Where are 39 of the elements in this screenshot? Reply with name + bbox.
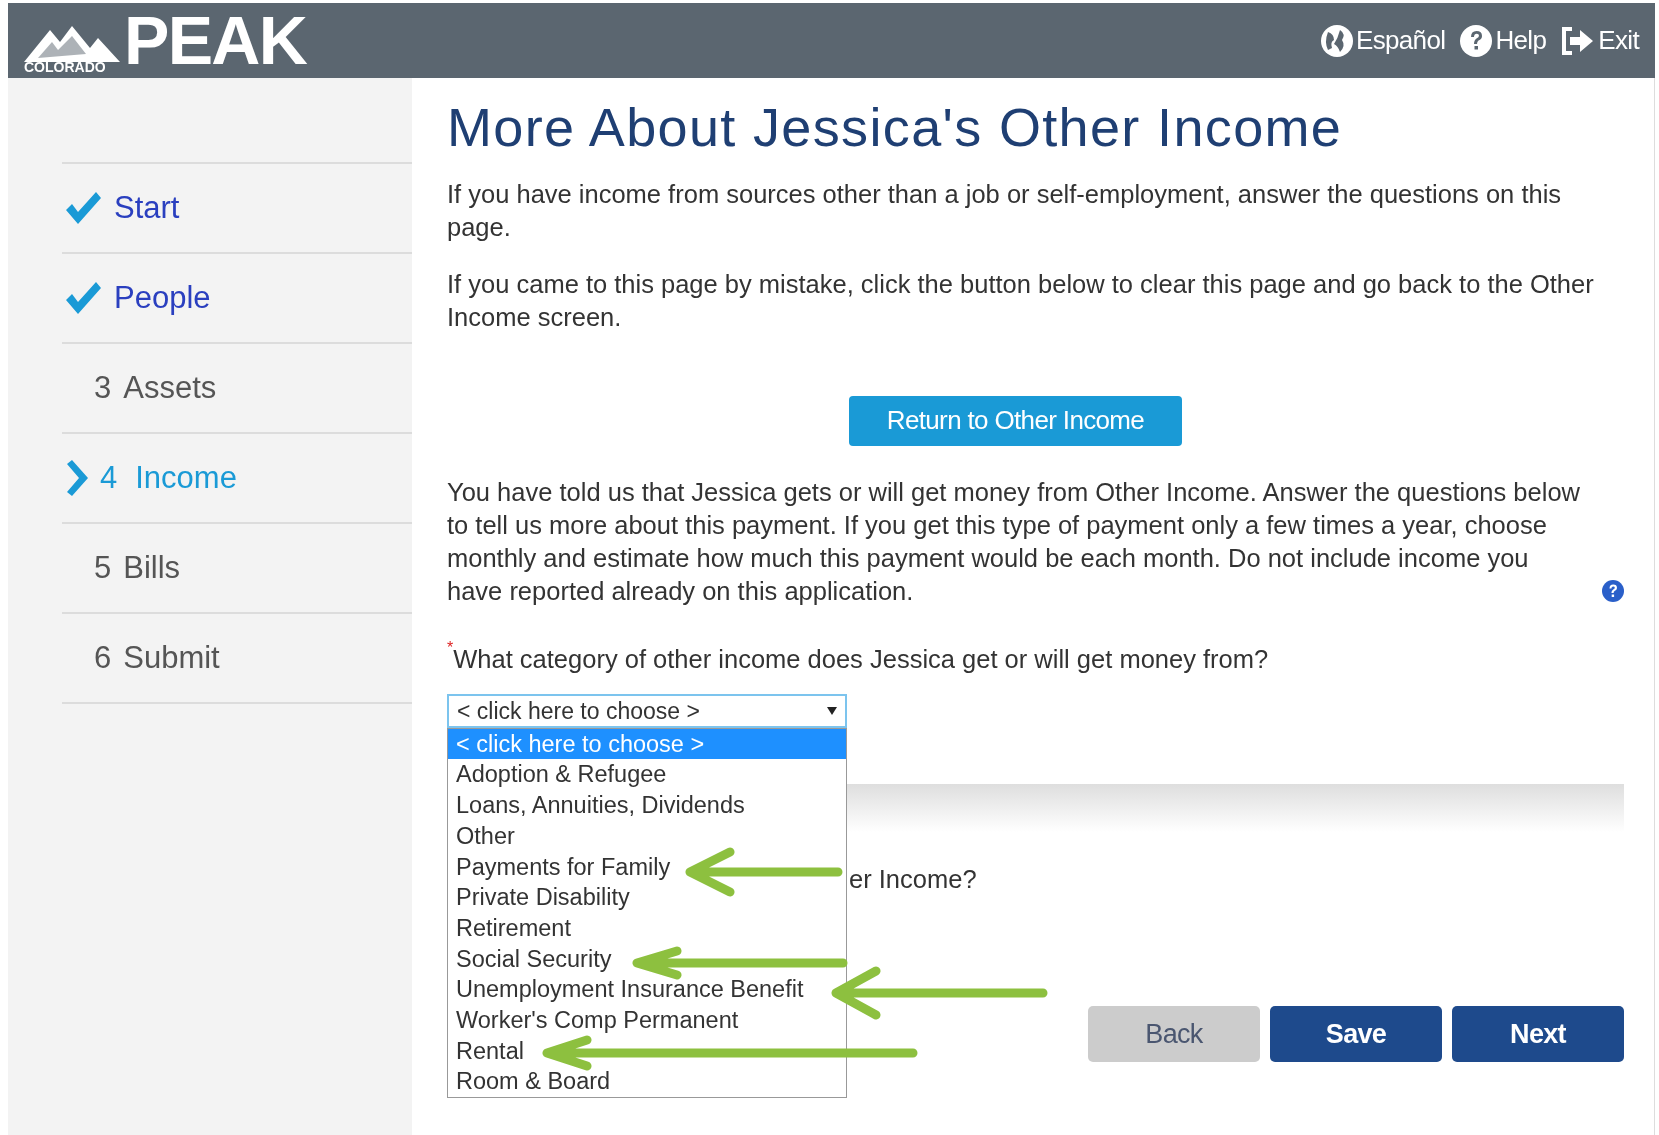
intro-paragraph: If you came to this page by mistake, click the button below to clear this page and go back to the Other Income screen.: [447, 268, 1595, 333]
globe-icon: [1319, 23, 1354, 58]
exit-link[interactable]: Exit: [1560, 21, 1639, 60]
dropdown-option[interactable]: Adoption & Refugee: [448, 759, 846, 791]
dropdown-option[interactable]: Retirement: [448, 912, 846, 944]
dropdown-option[interactable]: Private Disability: [448, 882, 846, 913]
intro-paragraph: If you have income from sources other than a job or self-employment, answer the questions on this page.: [447, 178, 1563, 243]
step-nav-item[interactable]: Start: [62, 184, 180, 232]
dropdown-option[interactable]: Unemployment Insurance Benefit: [448, 974, 846, 1005]
explanation-paragraph: You have told us that Jessica gets or will get money from Other Income. Answer the questions below to tell us more about this payment. If you get this type of payment only a few times a year, choose monthly and estimate how much this payment would be each month. Do not include income you have reported already on this application.: [447, 476, 1581, 607]
dropdown-option[interactable]: Room & Board: [448, 1066, 846, 1097]
required-marker: *: [447, 639, 454, 656]
dropdown-caret-icon: [827, 706, 837, 715]
logo-state-text: COLORADO: [24, 60, 106, 74]
dropdown-option[interactable]: Other: [448, 820, 846, 852]
nav-button[interactable]: Save: [1270, 1006, 1442, 1062]
checkmark-icon: [64, 190, 102, 226]
checkmark-icon: [64, 280, 102, 316]
dropdown-option[interactable]: Social Security: [448, 943, 846, 975]
dropdown-option[interactable]: Rental: [448, 1035, 846, 1067]
nav-button[interactable]: Next: [1452, 1006, 1624, 1062]
logo-wordmark: PEAK: [124, 6, 307, 74]
step-nav-item[interactable]: 5 Bills: [62, 544, 181, 592]
step-nav-item[interactable]: People: [62, 274, 211, 322]
back-button[interactable]: Back: [1088, 1006, 1260, 1062]
page-title: More About Jessica's Other Income: [447, 96, 1344, 159]
chevron-right-icon: [64, 460, 88, 496]
dropdown-option[interactable]: Payments for Family: [448, 851, 846, 883]
dropdown-option[interactable]: Worker's Comp Permanent: [448, 1004, 846, 1036]
category-select[interactable]: < click here to choose >: [447, 693, 847, 728]
step-nav-item[interactable]: 3 Assets: [62, 364, 217, 412]
question-label: What category of other income does Jessica get or will get money from?: [453, 643, 1269, 675]
dropdown-option[interactable]: Loans, Annuities, Dividends: [448, 790, 846, 821]
language-link[interactable]: Español: [1319, 21, 1446, 60]
step-nav-item[interactable]: 6 Submit: [62, 634, 220, 682]
question-label: er Income?: [849, 863, 977, 895]
help-link[interactable]: Help: [1459, 21, 1547, 60]
help-icon: [1459, 23, 1494, 58]
help-icon: [1602, 579, 1624, 602]
